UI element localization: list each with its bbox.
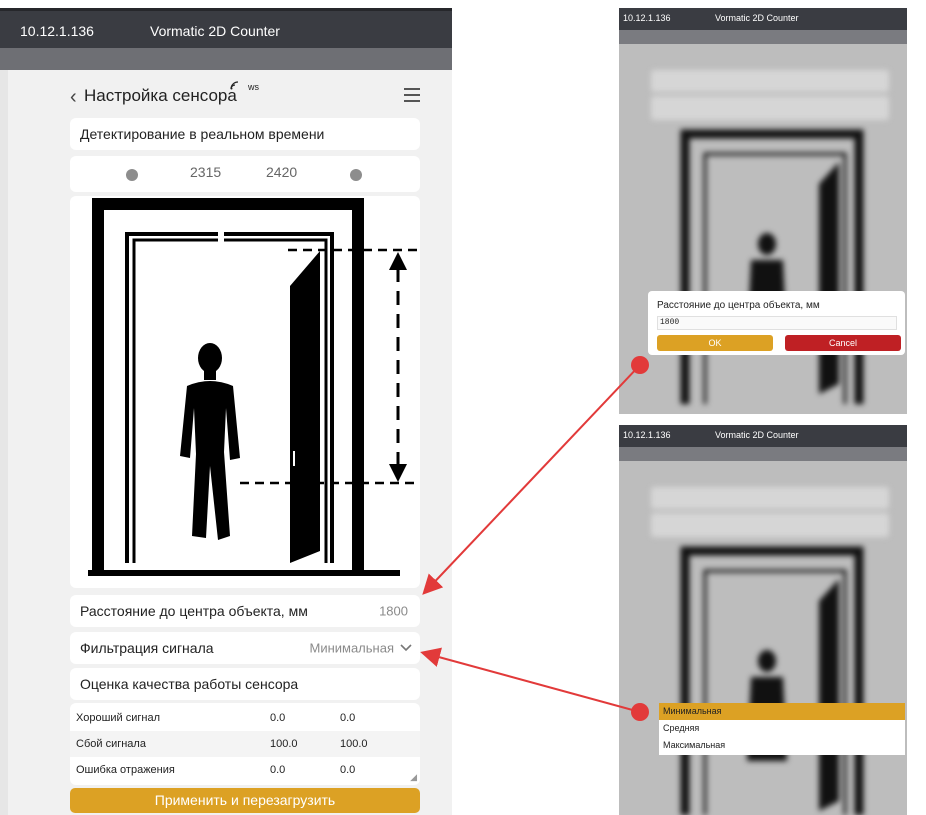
table-row: Сбой сигнала 100.0 100.0 <box>70 731 420 757</box>
signal-dot-right-icon <box>350 169 362 181</box>
menu-icon[interactable] <box>404 88 420 102</box>
window-titlebar: 10.12.1.136 Vormatic 2D Counter <box>0 8 452 48</box>
distance-row[interactable]: Расстояние до центра объекта, мм 1800 <box>70 595 420 627</box>
app-title: Vormatic 2D Counter <box>150 23 280 39</box>
inset-ip: 10.12.1.136 <box>623 13 671 23</box>
ws-badge: ws <box>248 82 259 92</box>
row-value-1: 0.0 <box>270 712 286 724</box>
table-row: Хороший сигнал 0.0 0.0 <box>70 705 420 731</box>
browser-bar <box>0 48 452 70</box>
distance-input[interactable]: 1800 <box>657 316 897 330</box>
row-value-1: 100.0 <box>270 738 298 750</box>
filter-value[interactable]: Минимальная <box>309 641 394 656</box>
inset-ip: 10.12.1.136 <box>623 430 671 440</box>
filter-label: Фильтрация сигнала <box>80 640 214 656</box>
blurred-background <box>619 461 907 815</box>
inset-titlebar: 10.12.1.136 Vormatic 2D Counter <box>619 425 907 447</box>
chevron-down-icon[interactable] <box>400 644 412 652</box>
websocket-icon: ws <box>230 78 259 92</box>
composite-screenshot: 10.12.1.136 Vormatic 2D Counter ‹ Настро… <box>0 0 926 815</box>
quality-title: Оценка качества работы сенсора <box>80 676 299 692</box>
filter-dropdown: Минимальная Средняя Максимальная <box>659 703 905 755</box>
row-name: Ошибка отражения <box>76 764 175 776</box>
row-name: Сбой сигнала <box>76 738 146 750</box>
signal-dot-left-icon <box>126 169 138 181</box>
arrow-to-distance <box>422 364 641 595</box>
ok-button[interactable]: OK <box>657 335 773 351</box>
row-value-2: 0.0 <box>340 764 356 776</box>
inset-dropdown: 10.12.1.136 Vormatic 2D Counter Минималь… <box>619 425 907 815</box>
table-row: Ошибка отражения 0.0 0.0 <box>70 757 420 783</box>
row-value-1: 0.0 <box>270 764 286 776</box>
wifi-icon <box>230 81 239 90</box>
sensor-value-left: 2315 <box>190 164 222 180</box>
distance-value[interactable]: 1800 <box>379 604 408 619</box>
filter-row[interactable]: Фильтрация сигнала Минимальная <box>70 632 420 664</box>
arrow-to-filter <box>420 647 641 713</box>
inset-browser-bar <box>619 30 907 44</box>
inset-app-title: Vormatic 2D Counter <box>715 13 799 23</box>
dropdown-option-min[interactable]: Минимальная <box>659 703 905 720</box>
dropdown-option-mid[interactable]: Средняя <box>659 720 905 737</box>
callout-marker-icon <box>631 356 649 374</box>
quality-table: Хороший сигнал 0.0 0.0 Сбой сигнала 100.… <box>70 703 420 785</box>
inset-app-title: Vormatic 2D Counter <box>715 430 799 440</box>
realtime-label: Детектирование в реальном времени <box>80 126 325 142</box>
callout-marker-icon <box>631 703 649 721</box>
dropdown-option-max[interactable]: Максимальная <box>659 737 905 754</box>
door-illustration-card <box>70 196 420 588</box>
row-value-2: 100.0 <box>340 738 368 750</box>
inset-titlebar: 10.12.1.136 Vormatic 2D Counter <box>619 8 907 30</box>
row-name: Хороший сигнал <box>76 712 161 724</box>
realtime-card: Детектирование в реальном времени <box>70 118 420 150</box>
resize-grip-icon[interactable]: ◢ <box>410 772 417 783</box>
apply-reboot-button[interactable]: Применить и перезагрузить <box>70 788 420 813</box>
cancel-button[interactable]: Cancel <box>785 335 901 351</box>
inset-browser-bar <box>619 447 907 461</box>
page-title: Настройка сенсора <box>84 86 237 105</box>
dialog-title: Расстояние до центра объекта, мм <box>657 300 820 311</box>
back-button[interactable]: ‹ <box>70 86 77 109</box>
ip-address: 10.12.1.136 <box>20 23 94 39</box>
navbar: ‹ Настройка сенсора ws <box>70 76 420 116</box>
distance-dialog: Расстояние до центра объекта, мм 1800 OK… <box>648 291 905 355</box>
inset-dialog: 10.12.1.136 Vormatic 2D Counter Расстоян… <box>619 8 907 414</box>
row-value-2: 0.0 <box>340 712 356 724</box>
left-strip <box>0 70 8 815</box>
door-illustration <box>88 198 420 576</box>
main-screen: 10.12.1.136 Vormatic 2D Counter ‹ Настро… <box>0 8 452 815</box>
blurred-background <box>619 44 907 414</box>
distance-label: Расстояние до центра объекта, мм <box>80 603 308 619</box>
quality-title-card: Оценка качества работы сенсора <box>70 668 420 700</box>
sensor-values-card: 2315 2420 <box>70 156 420 192</box>
sensor-value-right: 2420 <box>266 164 298 180</box>
